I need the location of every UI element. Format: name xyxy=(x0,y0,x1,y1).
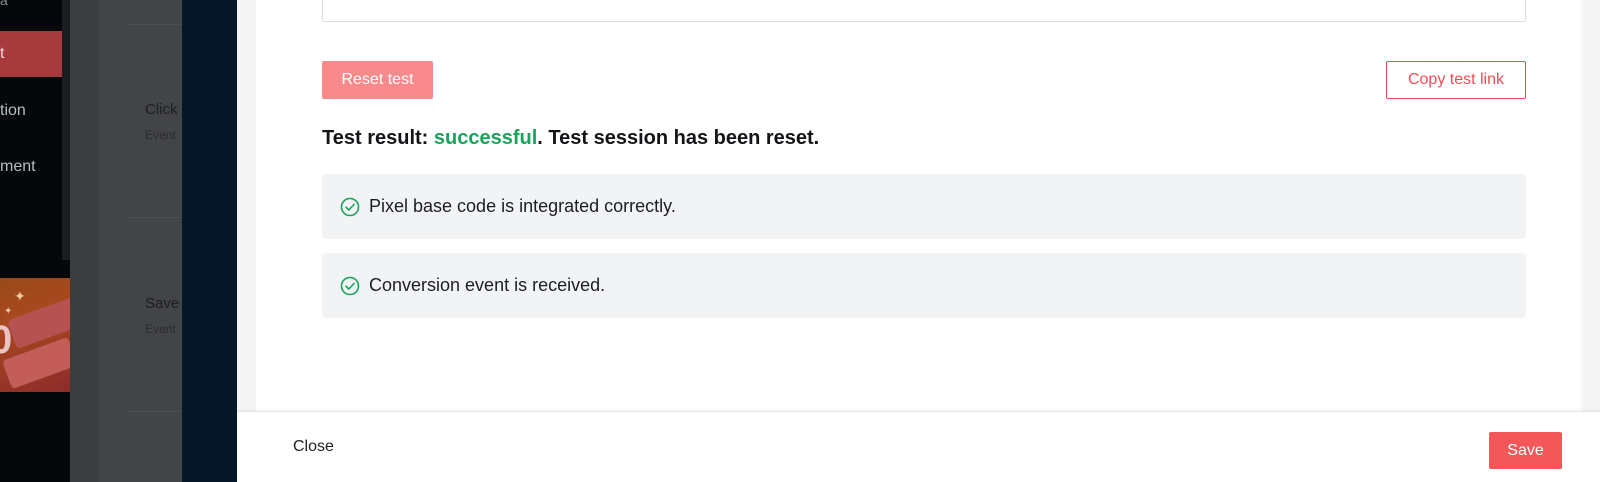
sidebar-fragment-top: a xyxy=(0,0,8,8)
background-sidebar: a t tion ment ✦ ✦ 0 xyxy=(0,0,70,482)
test-url-input[interactable] xyxy=(322,0,1526,22)
background-card xyxy=(98,0,182,482)
divider xyxy=(126,217,182,218)
sparkle-icon: ✦ xyxy=(14,288,26,304)
sidebar-item-label: tion xyxy=(0,102,26,119)
result-prefix: Test result: xyxy=(322,127,434,149)
check-item: Conversion event is received. xyxy=(322,253,1526,318)
sidebar-item-active: t xyxy=(0,31,62,77)
test-result-text: Test result: successful. Test session ha… xyxy=(322,127,819,150)
promo-banner: ✦ ✦ 0 xyxy=(0,278,70,392)
check-item-text: Pixel base code is integrated correctly. xyxy=(369,196,676,216)
sidebar-item: ment xyxy=(0,144,62,190)
result-suffix: . Test session has been reset. xyxy=(537,127,820,149)
sidebar-scrollbar xyxy=(62,0,70,260)
save-button[interactable]: Save xyxy=(1489,432,1562,469)
sidebar-item-label: ment xyxy=(0,158,36,175)
check-item-text: Conversion event is received. xyxy=(369,275,606,295)
sidebar-item: tion xyxy=(0,88,62,134)
drawer-footer: Close Save xyxy=(237,411,1600,482)
test-drawer: Reset test Copy test link Test result: s… xyxy=(237,0,1600,482)
result-status: successful xyxy=(433,127,538,149)
drawer-gutter-left xyxy=(237,0,256,412)
drawer-gutter-right xyxy=(1581,0,1600,412)
event-subtitle: Event xyxy=(145,128,176,142)
background-content: Click Event Save Event xyxy=(70,0,182,482)
reset-test-button[interactable]: Reset test xyxy=(322,61,433,99)
close-button[interactable]: Close xyxy=(293,429,334,465)
check-circle-icon xyxy=(340,197,360,217)
sidebar-item-label: t xyxy=(0,45,5,62)
copy-test-link-button[interactable]: Copy test link xyxy=(1386,61,1526,99)
event-title: Save xyxy=(145,295,180,312)
event-subtitle: Event xyxy=(145,322,176,336)
sparkle-icon: ✦ xyxy=(4,306,13,317)
divider xyxy=(126,24,182,25)
check-circle-icon xyxy=(340,276,360,296)
divider xyxy=(126,411,182,412)
promo-glyph: 0 xyxy=(0,318,13,362)
event-title: Click xyxy=(145,101,178,118)
check-item: Pixel base code is integrated correctly. xyxy=(322,174,1526,239)
overlay-strip xyxy=(182,0,237,482)
